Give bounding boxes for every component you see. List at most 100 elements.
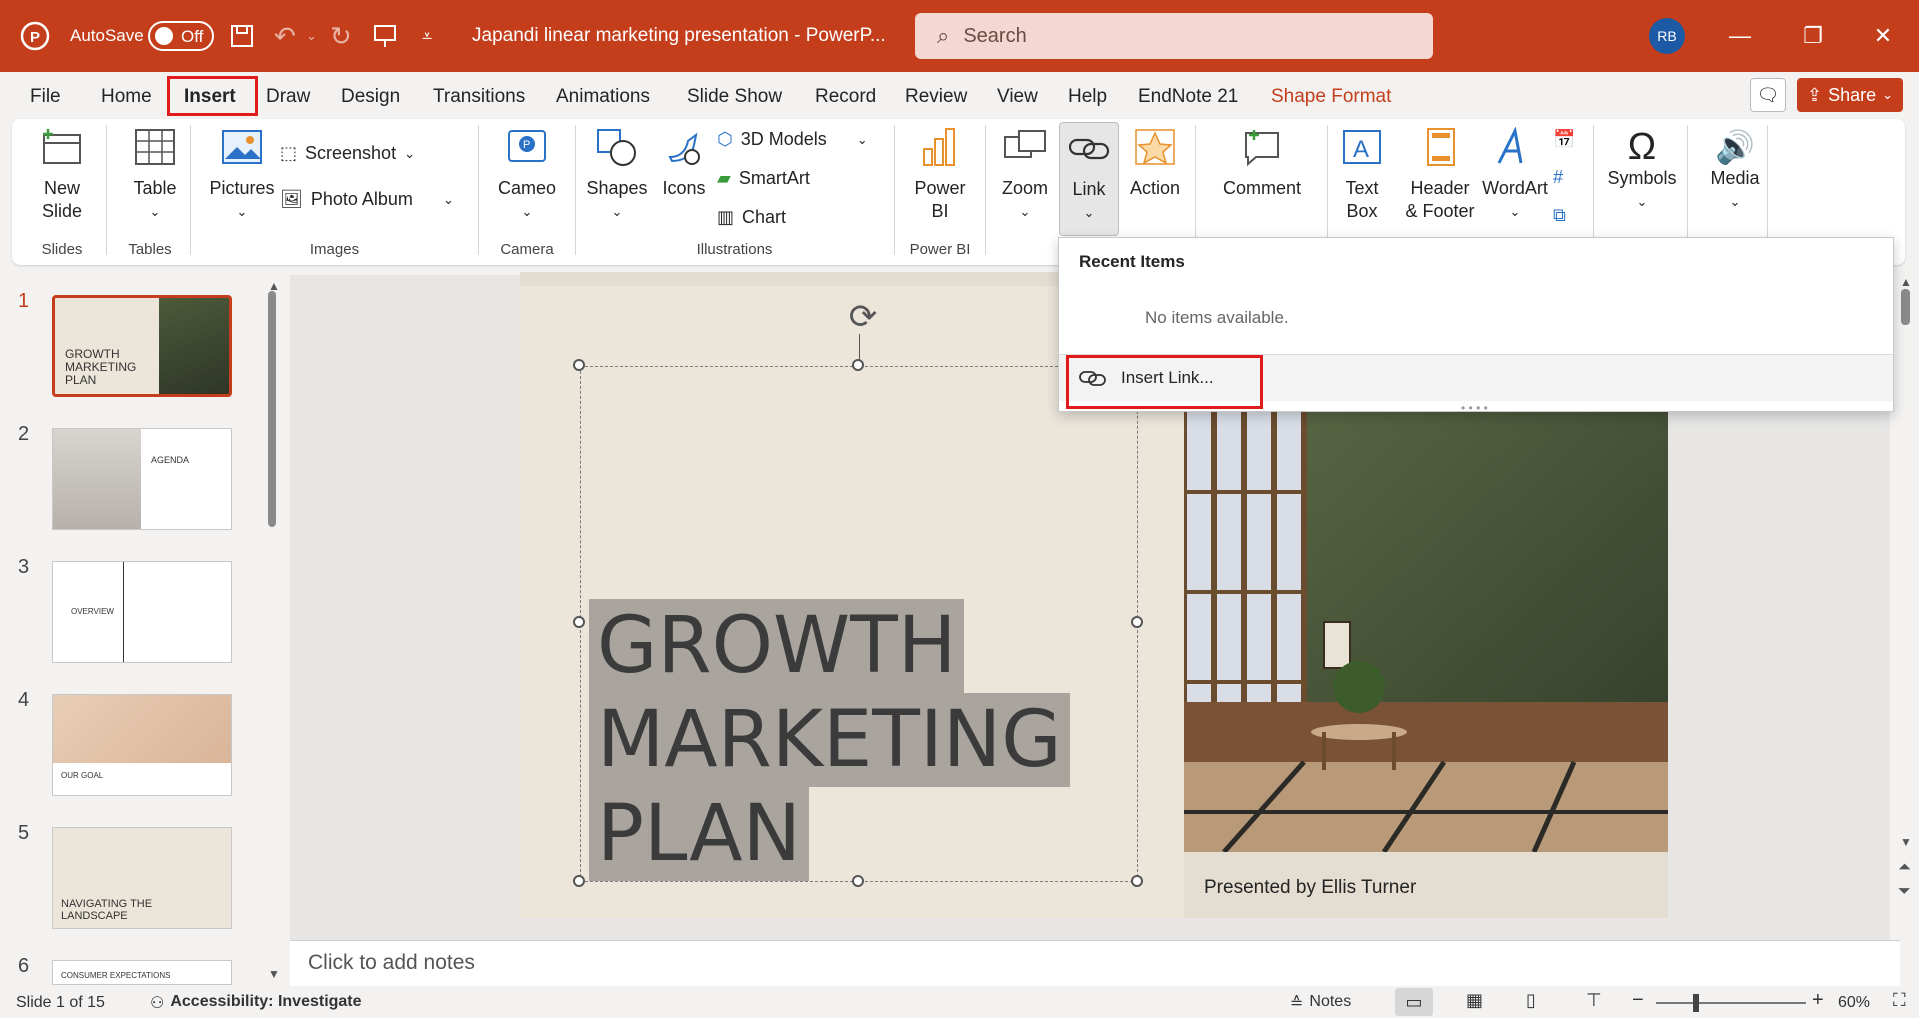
tab-design[interactable]: Design [341, 86, 400, 108]
slide-show-icon[interactable]: ⊤ [1586, 990, 1602, 1011]
screenshot-button[interactable]: ⬚ Screenshot ⌄ [280, 143, 415, 164]
zoom-in-icon[interactable]: + [1812, 989, 1824, 1012]
separator [894, 125, 895, 255]
resize-grip-icon[interactable]: • • • • [1461, 401, 1488, 415]
accessibility-status[interactable]: ⚇ Accessibility: Investigate [150, 993, 362, 1013]
comments-icon[interactable]: 🗨 [1750, 78, 1786, 112]
group-slides: Slides [41, 241, 83, 258]
previous-slide-icon: ⏶ [1898, 859, 1911, 876]
zoom-level[interactable]: 60% [1838, 994, 1870, 1012]
autosave-toggle[interactable]: Off [136, 0, 214, 72]
date-time-icon[interactable]: 📅 [1553, 129, 1575, 150]
notes-pane[interactable]: Click to add notes [290, 940, 1900, 986]
text-box-button[interactable]: A Text Box [1332, 127, 1392, 223]
resize-handle[interactable] [1131, 875, 1143, 887]
table-button[interactable]: Table ⌄ [117, 127, 193, 223]
power-bi-icon [923, 128, 955, 166]
smartart-button[interactable]: ▰ SmartArt [717, 168, 810, 189]
notes-toggle[interactable]: ≙ Notes [1290, 993, 1351, 1013]
tab-animations[interactable]: Animations [556, 86, 650, 108]
action-button[interactable]: Action [1123, 127, 1187, 200]
zoom-slider-thumb[interactable] [1693, 994, 1699, 1012]
slide-thumbnail-2[interactable]: AGENDA [52, 428, 232, 530]
new-slide-button[interactable]: New Slide [22, 127, 102, 223]
photo-album-button[interactable]: 🖼 Photo Album ⌄ [280, 189, 454, 210]
symbols-button[interactable]: Ω Symbols ⌄ [1602, 127, 1682, 213]
cameo-button[interactable]: P Cameo ⌄ [487, 127, 567, 223]
resize-handle[interactable] [852, 359, 864, 371]
fit-slide-icon[interactable]: ⛶ [1893, 990, 1906, 1011]
comment-icon [1245, 130, 1279, 167]
tab-slide-show[interactable]: Slide Show [687, 86, 782, 108]
tab-endnote[interactable]: EndNote 21 [1138, 86, 1238, 108]
zoom-out-icon[interactable]: − [1632, 989, 1644, 1012]
tab-help[interactable]: Help [1068, 86, 1107, 108]
thumb-title: OVERVIEW [71, 607, 114, 616]
undo-icon[interactable]: ↶ [274, 0, 296, 72]
rotate-handle-icon[interactable]: ⟳ [843, 297, 883, 337]
resize-handle[interactable] [573, 875, 585, 887]
restore-icon[interactable]: ❐ [1783, 0, 1843, 72]
tab-record[interactable]: Record [815, 86, 876, 108]
slide-thumbnail-6[interactable]: CONSUMER EXPECTATIONS [52, 960, 232, 985]
chart-button[interactable]: ▥ Chart [717, 207, 786, 228]
share-button[interactable]: ⇪ Share ⌄ [1797, 78, 1903, 112]
power-bi-label: Power BI [914, 178, 966, 221]
tab-view[interactable]: View [997, 86, 1038, 108]
shapes-button[interactable]: Shapes ⌄ [582, 127, 652, 223]
save-icon[interactable] [230, 0, 254, 72]
media-label: Media [1710, 168, 1760, 188]
slide-thumbnail-5[interactable]: NAVIGATING THE LANDSCAPE [52, 827, 232, 929]
tab-draw[interactable]: Draw [266, 86, 310, 108]
tab-shape-format[interactable]: Shape Format [1271, 86, 1391, 108]
close-icon[interactable]: ✕ [1853, 0, 1913, 72]
icons-button[interactable]: Icons [654, 127, 714, 200]
slide-number: 2 [18, 423, 30, 445]
3d-models-button[interactable]: ⬡ 3D Models ⌄ [717, 129, 868, 150]
link-button[interactable]: Link ⌄ [1059, 122, 1119, 236]
menu-bar: File Home Insert Draw Design Transitions… [0, 72, 1919, 120]
link-label: Link [1072, 179, 1106, 199]
minimize-icon[interactable]: — [1710, 0, 1770, 72]
presenter-text[interactable]: Presented by Ellis Turner [1204, 877, 1416, 899]
media-button[interactable]: 🔊 Media ⌄ [1695, 127, 1775, 213]
normal-view-icon[interactable]: ▭ [1395, 988, 1433, 1016]
tab-file[interactable]: File [30, 86, 61, 108]
thumbnail-scrollbar[interactable]: ▲ ▼ [264, 275, 282, 985]
undo-dropdown-icon[interactable]: ⌄ [306, 0, 317, 72]
slide-number: 3 [18, 556, 30, 578]
wordart-button[interactable]: WordArt ⌄ [1470, 126, 1560, 223]
comment-label: Comment [1222, 178, 1302, 198]
zoom-button[interactable]: Zoom ⌄ [995, 127, 1055, 223]
object-icon[interactable]: ⧉ [1553, 205, 1566, 226]
smartart-icon: ▰ [717, 168, 731, 188]
resize-handle[interactable] [1131, 616, 1143, 628]
resize-handle[interactable] [573, 359, 585, 371]
slide-number-icon[interactable]: # [1553, 167, 1563, 188]
zoom-slider[interactable] [1656, 1002, 1806, 1004]
search-box[interactable]: ⌕ Search [915, 13, 1433, 59]
slide-thumbnail-1[interactable]: GROWTH MARKETING PLAN [52, 295, 232, 397]
chart-label: Chart [742, 207, 787, 227]
tab-review[interactable]: Review [905, 86, 967, 108]
canvas-scrollbar[interactable]: ▲ ▼ ⏶ ⏷ [1896, 275, 1916, 940]
avatar[interactable]: RB [1649, 18, 1685, 54]
resize-handle[interactable] [852, 875, 864, 887]
slide-thumbnail-3[interactable]: OVERVIEW [52, 561, 232, 663]
tab-transitions[interactable]: Transitions [433, 86, 525, 108]
slide-count[interactable]: Slide 1 of 15 [16, 994, 105, 1012]
thumb-title: AGENDA [151, 455, 190, 465]
redo-icon[interactable]: ↻ [330, 0, 352, 72]
comment-button[interactable]: Comment [1202, 127, 1322, 200]
slide-thumbnail-4[interactable]: OUR GOAL [52, 694, 232, 796]
reading-view-icon[interactable]: ▯ [1526, 990, 1536, 1011]
customize-toolbar-icon[interactable]: ⩡ [422, 0, 432, 72]
power-bi-button[interactable]: Power BI [902, 127, 978, 223]
slide-sorter-icon[interactable]: ▦ [1466, 990, 1483, 1011]
pictures-button[interactable]: Pictures ⌄ [202, 127, 282, 223]
present-icon[interactable] [372, 0, 398, 72]
resize-handle[interactable] [573, 616, 585, 628]
title-placeholder[interactable]: GROWTH MARKETING PLAN [580, 366, 1138, 882]
tab-home[interactable]: Home [101, 86, 152, 108]
separator [1687, 125, 1688, 255]
